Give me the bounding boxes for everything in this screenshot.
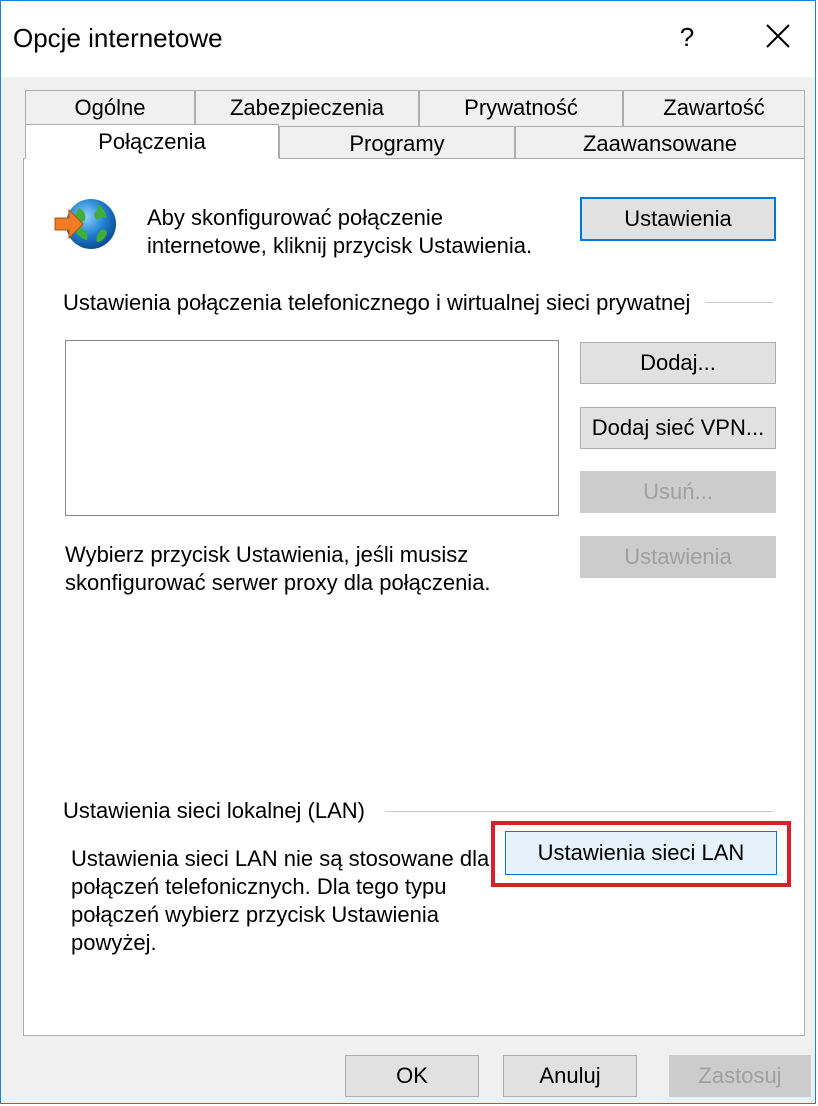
globe-arrow-icon: [54, 199, 116, 249]
lan-text-line4: powyżej.: [71, 930, 157, 955]
add-vpn-button[interactable]: Dodaj sieć VPN...: [580, 407, 776, 449]
lan-settings-button[interactable]: Ustawienia sieci LAN: [505, 831, 777, 875]
lan-text-line3: połączeń wybierz przycisk Ustawienia: [71, 902, 440, 927]
tab-zaawansowane[interactable]: Zaawansowane: [515, 126, 805, 159]
tab-zabezpieczenia[interactable]: Zabezpieczenia: [195, 90, 419, 126]
setup-settings-button[interactable]: Ustawienia: [580, 197, 776, 241]
apply-button[interactable]: Zastosuj: [669, 1055, 811, 1097]
help-button[interactable]: ?: [667, 17, 707, 57]
tab-ogolne[interactable]: Ogólne: [25, 90, 195, 126]
window-title: Opcje internetowe: [13, 23, 223, 53]
tab-programy[interactable]: Programy: [279, 126, 515, 159]
proxy-text-line1: Wybierz przycisk Ustawienia, jeśli musis…: [65, 542, 469, 567]
dialup-group-divider: [705, 302, 773, 303]
lan-group-label: Ustawienia sieci lokalnej (LAN): [63, 798, 366, 823]
connections-list[interactable]: [65, 340, 559, 516]
connection-settings-button[interactable]: Ustawienia: [580, 536, 776, 578]
dialup-group-label: Ustawienia połączenia telefonicznego i w…: [63, 290, 691, 315]
tab-zawartosc[interactable]: Zawartość: [623, 90, 805, 126]
close-icon: [766, 24, 790, 48]
close-button[interactable]: [753, 17, 803, 57]
add-connection-button[interactable]: Dodaj...: [580, 342, 776, 384]
internet-options-dialog: Opcje internetowe ? Ogólne Zabezpieczeni…: [0, 0, 816, 1104]
tab-polaczenia[interactable]: Połączenia: [25, 124, 279, 159]
proxy-text-line2: skonfigurować serwer proxy dla połączeni…: [65, 570, 491, 595]
setup-text-line2: internetowe, kliknij przycisk Ustawienia…: [147, 233, 533, 258]
setup-text-line1: Aby skonfigurować połączenie: [147, 205, 443, 230]
lan-group-divider: [385, 811, 773, 812]
cancel-button[interactable]: Anuluj: [503, 1055, 637, 1097]
ok-button[interactable]: OK: [345, 1055, 479, 1097]
title-bar: Opcje internetowe ?: [1, 1, 815, 77]
lan-text-line1: Ustawienia sieci LAN nie są stosowane dl…: [71, 846, 490, 871]
lan-text-line2: połączeń telefonicznych. Dla tego typu: [71, 874, 447, 899]
remove-connection-button[interactable]: Usuń...: [580, 471, 776, 513]
tab-prywatnosc[interactable]: Prywatność: [419, 90, 623, 126]
